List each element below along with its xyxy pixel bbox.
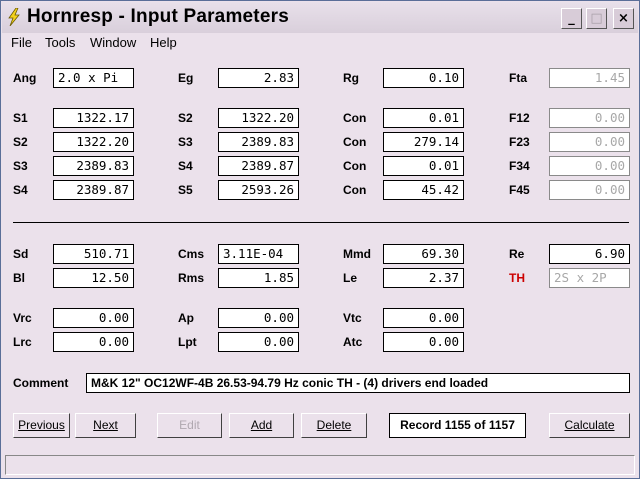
field-ang[interactable]: 2.0 x Pi	[53, 68, 134, 88]
comment-field[interactable]: M&K 12" OC12WF-4B 26.53-94.79 Hz conic T…	[86, 373, 630, 393]
label-comment: Comment	[13, 376, 69, 390]
window-title: Hornresp - Input Parameters	[27, 6, 289, 27]
label-ap: Ap	[178, 311, 194, 325]
field-con4[interactable]: 45.42	[383, 180, 464, 200]
field-rg[interactable]: 0.10	[383, 68, 464, 88]
label-s4b: S4	[13, 183, 28, 197]
label-s5: S5	[178, 183, 193, 197]
field-lpt[interactable]: 0.00	[218, 332, 299, 352]
field-f45: 0.00	[549, 180, 630, 200]
field-mmd[interactable]: 69.30	[383, 244, 464, 264]
label-f34: F34	[509, 159, 530, 173]
menu-help[interactable]: Help	[150, 35, 177, 50]
label-con3: Con	[343, 159, 367, 173]
field-con1[interactable]: 0.01	[383, 108, 464, 128]
field-rms[interactable]: 1.85	[218, 268, 299, 288]
label-sd: Sd	[13, 247, 29, 261]
field-f23: 0.00	[549, 132, 630, 152]
menu-bar: File Tools Window Help	[2, 33, 638, 53]
lightning-app-icon	[8, 8, 20, 26]
record-indicator: Record 1155 of 1157	[389, 413, 526, 438]
label-ang: Ang	[13, 71, 37, 85]
label-s1: S1	[13, 111, 28, 125]
label-lrc: Lrc	[13, 335, 32, 349]
field-th: 2S x 2P	[549, 268, 630, 288]
label-vrc: Vrc	[13, 311, 32, 325]
previous-button[interactable]: Previous	[13, 413, 70, 438]
field-vrc[interactable]: 0.00	[53, 308, 134, 328]
field-fta: 1.45	[549, 68, 630, 88]
close-button[interactable]: ×	[613, 8, 634, 29]
field-le[interactable]: 2.37	[383, 268, 464, 288]
label-eg: Eg	[178, 71, 194, 85]
label-f12: F12	[509, 111, 530, 125]
label-con1: Con	[343, 111, 367, 125]
field-bl[interactable]: 12.50	[53, 268, 134, 288]
field-con2[interactable]: 279.14	[383, 132, 464, 152]
label-cms: Cms	[178, 247, 205, 261]
field-lrc[interactable]: 0.00	[53, 332, 134, 352]
edit-button: Edit	[157, 413, 222, 438]
field-cms[interactable]: 3.11E-04	[218, 244, 299, 264]
maximize-button[interactable]: □	[586, 8, 607, 29]
label-vtc: Vtc	[343, 311, 362, 325]
label-re: Re	[509, 247, 525, 261]
label-lpt: Lpt	[178, 335, 197, 349]
menu-file[interactable]: File	[11, 35, 32, 50]
field-s1[interactable]: 1322.17	[53, 108, 134, 128]
field-s4b[interactable]: 2389.87	[53, 180, 134, 200]
field-s2b[interactable]: 1322.20	[53, 132, 134, 152]
next-button[interactable]: Next	[75, 413, 136, 438]
label-atc: Atc	[343, 335, 363, 349]
label-s3b: S3	[13, 159, 28, 173]
field-re[interactable]: 6.90	[549, 244, 630, 264]
label-le: Le	[343, 271, 358, 285]
label-fta: Fta	[509, 71, 527, 85]
menu-tools[interactable]: Tools	[45, 35, 75, 50]
label-rms: Rms	[178, 271, 205, 285]
field-s3b[interactable]: 2389.83	[53, 156, 134, 176]
field-s3a[interactable]: 2389.83	[218, 132, 299, 152]
section-divider	[13, 222, 629, 223]
status-bar	[5, 455, 635, 475]
field-vtc[interactable]: 0.00	[383, 308, 464, 328]
field-sd[interactable]: 510.71	[53, 244, 134, 264]
label-con4: Con	[343, 183, 367, 197]
label-bl: Bl	[13, 271, 25, 285]
label-s2a: S2	[178, 111, 193, 125]
calculate-button[interactable]: Calculate	[549, 413, 630, 438]
field-con3[interactable]: 0.01	[383, 156, 464, 176]
label-f23: F23	[509, 135, 530, 149]
title-bar[interactable]: Hornresp - Input Parameters _ □ ×	[2, 2, 638, 33]
label-con2: Con	[343, 135, 367, 149]
label-mmd: Mmd	[343, 247, 371, 261]
label-s4a: S4	[178, 159, 193, 173]
label-s3a: S3	[178, 135, 193, 149]
minimize-button[interactable]: _	[561, 8, 582, 29]
field-atc[interactable]: 0.00	[383, 332, 464, 352]
label-rg: Rg	[343, 71, 359, 85]
field-f12: 0.00	[549, 108, 630, 128]
label-s2b: S2	[13, 135, 28, 149]
label-th[interactable]: TH	[509, 271, 525, 285]
label-f45: F45	[509, 183, 530, 197]
field-s2a[interactable]: 1322.20	[218, 108, 299, 128]
menu-window[interactable]: Window	[90, 35, 136, 50]
field-s4a[interactable]: 2389.87	[218, 156, 299, 176]
delete-button[interactable]: Delete	[301, 413, 367, 438]
add-button[interactable]: Add	[229, 413, 294, 438]
field-eg[interactable]: 2.83	[218, 68, 299, 88]
field-ap[interactable]: 0.00	[218, 308, 299, 328]
field-f34: 0.00	[549, 156, 630, 176]
hornresp-window: Hornresp - Input Parameters _ □ × File T…	[0, 0, 640, 479]
field-s5[interactable]: 2593.26	[218, 180, 299, 200]
